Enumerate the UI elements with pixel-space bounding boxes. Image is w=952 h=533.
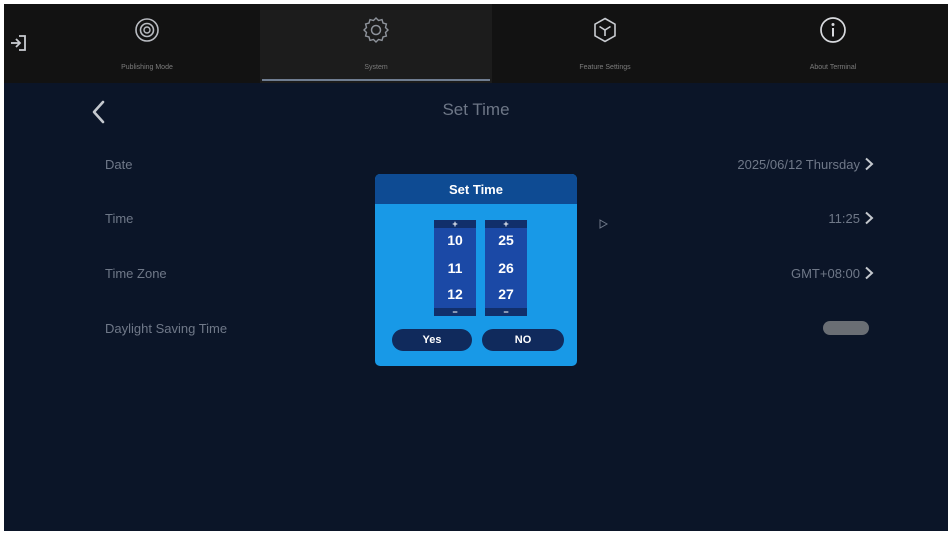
tab-label: System xyxy=(364,64,388,71)
gear-icon xyxy=(363,17,389,43)
hour-decrement-button[interactable]: − xyxy=(434,308,476,317)
top-nav-bar: Publishing Mode System Feature Settings xyxy=(4,4,948,83)
timezone-label: Time Zone xyxy=(105,266,167,281)
minute-next-value[interactable]: 27 xyxy=(485,286,527,302)
yes-button[interactable]: Yes xyxy=(392,329,472,351)
chevron-right-icon[interactable] xyxy=(864,266,874,280)
no-button[interactable]: NO xyxy=(482,329,564,351)
minute-increment-button[interactable]: + xyxy=(485,220,527,229)
play-icon xyxy=(599,219,608,229)
set-time-dialog: Set Time + 10 11 12 − + 25 26 27 − Yes N… xyxy=(375,174,577,366)
tab-label: Publishing Mode xyxy=(121,64,173,71)
info-icon xyxy=(820,17,846,43)
tab-label: Feature Settings xyxy=(579,64,631,71)
minute-prev-value[interactable]: 25 xyxy=(485,232,527,248)
hour-prev-value[interactable]: 10 xyxy=(434,232,476,248)
tab-about-terminal[interactable]: About Terminal xyxy=(718,4,948,83)
dst-toggle[interactable] xyxy=(823,321,869,335)
tab-label: About Terminal xyxy=(809,64,857,71)
exit-icon[interactable] xyxy=(8,32,30,54)
tab-publishing-mode[interactable]: Publishing Mode xyxy=(34,4,260,83)
screen: Publishing Mode System Feature Settings xyxy=(4,4,948,531)
page-title: Set Time xyxy=(442,100,510,119)
dst-label: Daylight Saving Time xyxy=(105,321,228,336)
minute-current-value[interactable]: 26 xyxy=(485,260,527,276)
time-value[interactable]: 11:25 xyxy=(828,211,860,226)
time-label: Time xyxy=(105,211,134,226)
date-label: Date xyxy=(105,157,133,172)
chevron-right-icon[interactable] xyxy=(864,157,874,171)
cube-icon xyxy=(594,17,616,43)
hour-current-value[interactable]: 11 xyxy=(434,260,476,276)
target-icon xyxy=(135,18,159,42)
minute-spinner[interactable]: + 25 26 27 − xyxy=(485,220,527,317)
dialog-title: Set Time xyxy=(375,174,577,204)
active-tab-indicator xyxy=(262,79,490,81)
hour-increment-button[interactable]: + xyxy=(434,220,476,229)
hour-spinner[interactable]: + 10 11 12 − xyxy=(434,220,476,317)
timezone-value[interactable]: GMT+08:00 xyxy=(791,266,860,281)
tab-feature-settings[interactable]: Feature Settings xyxy=(492,4,718,83)
minute-decrement-button[interactable]: − xyxy=(485,308,527,317)
tab-system[interactable]: System xyxy=(260,4,492,83)
hour-next-value[interactable]: 12 xyxy=(434,286,476,302)
chevron-right-icon[interactable] xyxy=(864,211,874,225)
date-value[interactable]: 2025/06/12 Thursday xyxy=(737,157,860,172)
